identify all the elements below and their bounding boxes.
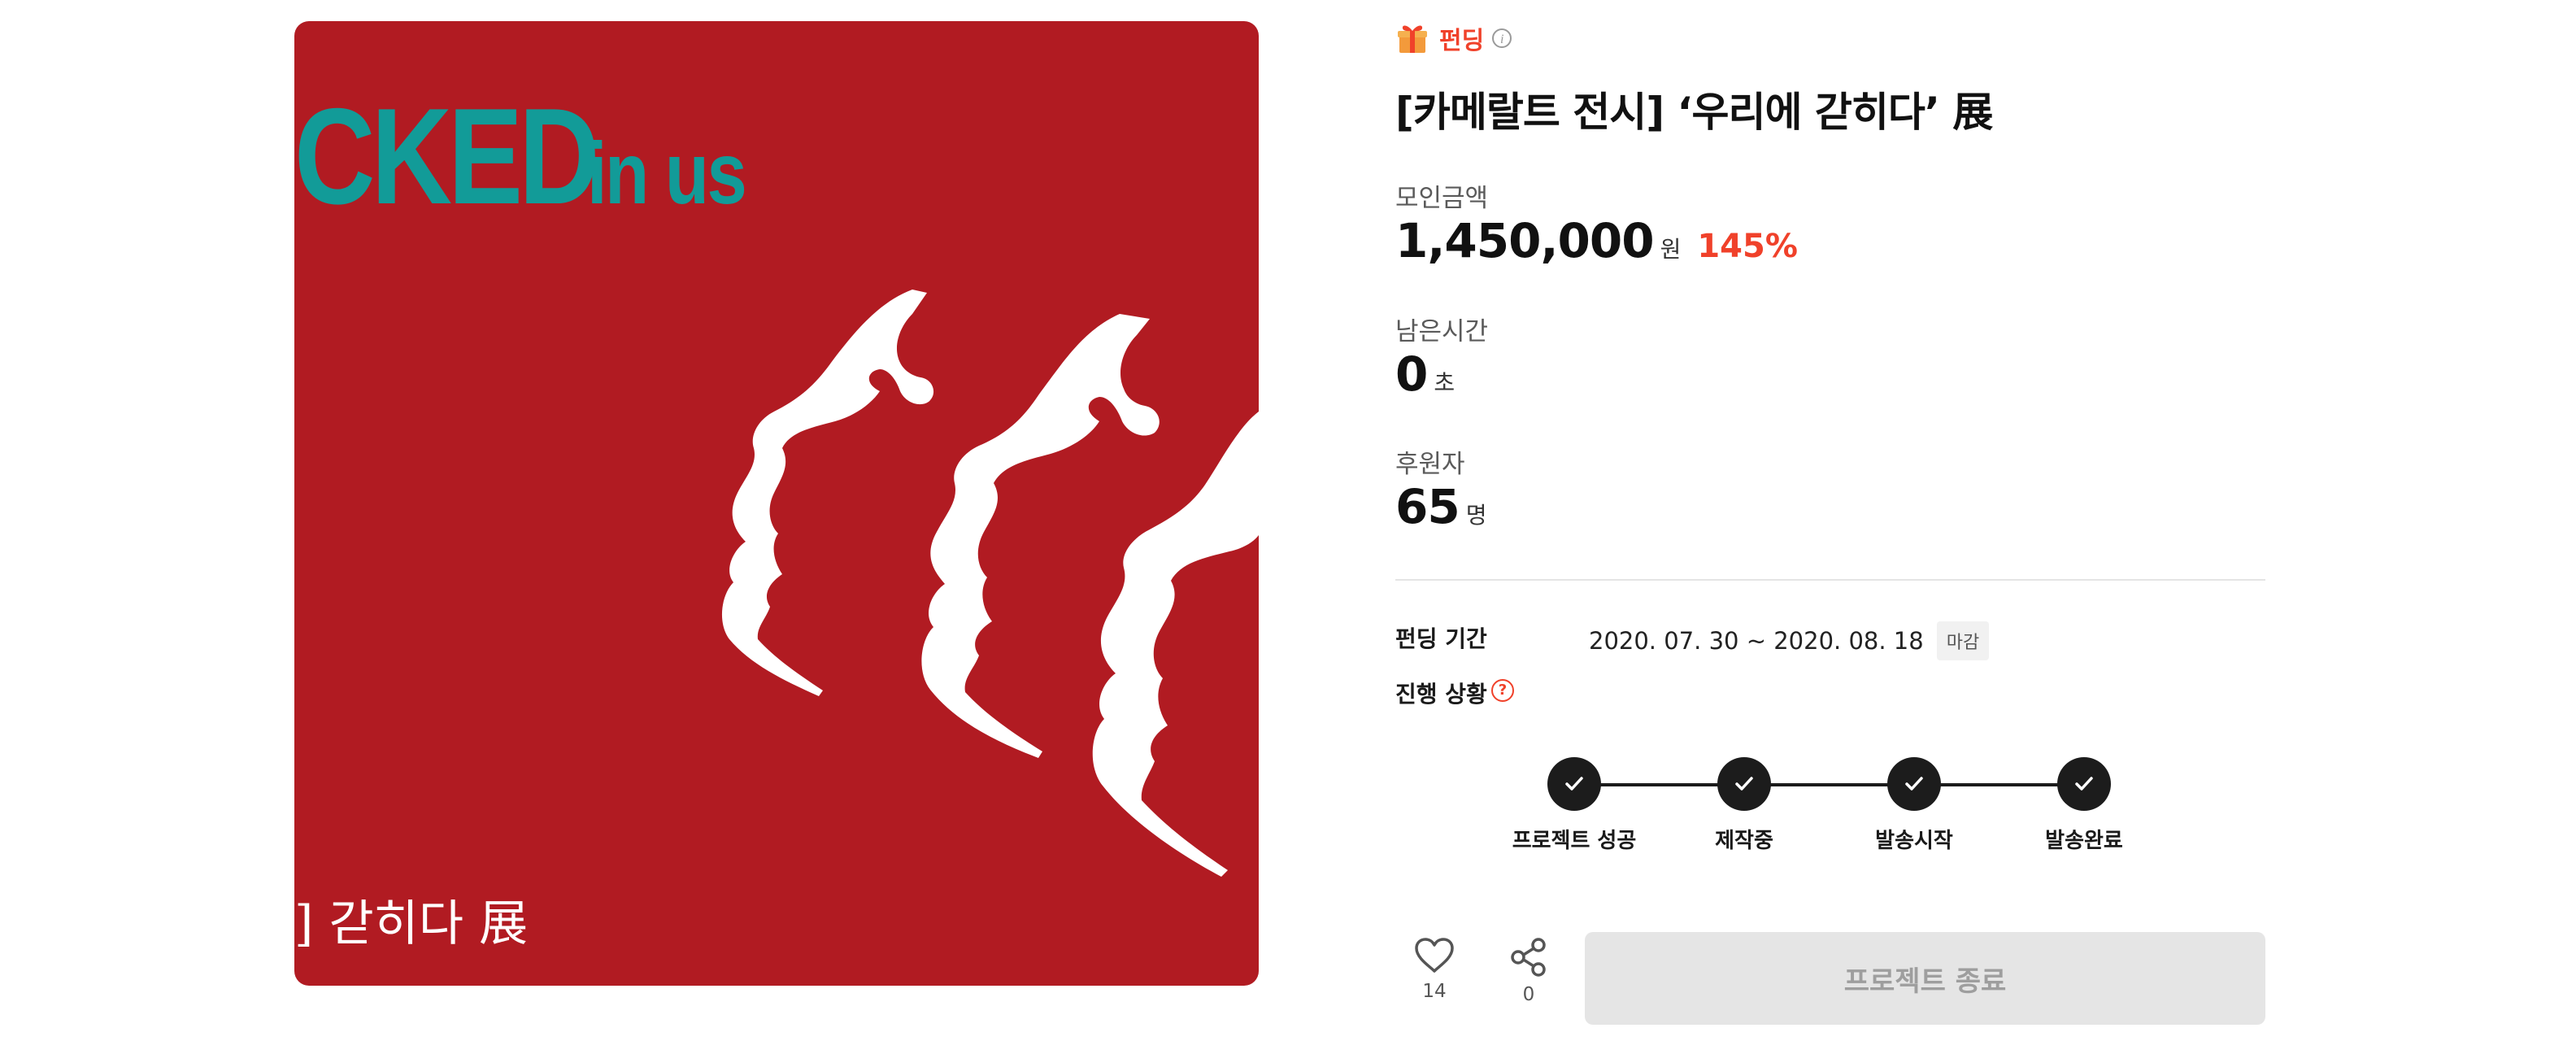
progress-steps: 프로젝트 성공 제작중 발송시작 발송완료	[1395, 752, 2265, 866]
funding-badge-label: 펀딩	[1439, 27, 1485, 55]
backers-value: 65	[1395, 479, 1460, 534]
step-done-marker	[1717, 757, 1771, 811]
step-done-marker	[1547, 757, 1601, 811]
amount-percent: 145%	[1697, 228, 1798, 265]
step-in-production: 제작중	[1655, 752, 1834, 854]
step-done-marker	[1887, 757, 1941, 811]
step-shipping-started: 발송시작	[1825, 752, 2004, 854]
closed-badge: 마감	[1936, 621, 1990, 660]
step-label: 제작중	[1715, 829, 1773, 853]
check-icon	[1565, 777, 1583, 791]
time-left-value: 0	[1395, 346, 1428, 402]
funding-period-label: 펀딩 기간	[1395, 625, 1487, 652]
help-icon[interactable]: ?	[1491, 679, 1514, 702]
poster-face-silhouettes	[721, 290, 1259, 877]
funding-badge: 펀딩 i	[1395, 18, 1512, 59]
backers-label: 후원자	[1395, 450, 1465, 479]
project-page: CKEDin us ] 갇히다 展 펀딩 i [카메랄트 전시] ‘우리에 갇히…	[0, 0, 2576, 1041]
info-icon[interactable]: i	[1492, 28, 1512, 48]
time-left-row: 0 초	[1395, 346, 1455, 402]
project-poster-image: CKEDin us ] 갇히다 展	[294, 21, 1259, 986]
funding-period-value-row: 2020. 07. 30 ~ 2020. 08. 18 마감	[1589, 621, 1990, 660]
amount-value-row: 1,450,000 원 145%	[1395, 213, 1798, 268]
backers-row: 65 명	[1395, 479, 1486, 534]
like-count: 14	[1422, 981, 1447, 1002]
gift-icon	[1398, 25, 1427, 53]
share-icon	[1511, 938, 1546, 977]
amount-unit: 원	[1660, 236, 1682, 263]
project-ended-button[interactable]: 프로젝트 종료	[1585, 932, 2265, 1025]
divider	[1395, 579, 2265, 581]
heart-icon	[1415, 938, 1454, 973]
step-done-marker	[2057, 757, 2111, 811]
time-left-unit: 초	[1434, 369, 1456, 396]
funding-period-value: 2020. 07. 30 ~ 2020. 08. 18	[1589, 627, 1924, 655]
check-icon	[1905, 777, 1923, 791]
step-shipping-complete: 발송완료	[1995, 752, 2174, 854]
step-project-success: 프로젝트 성공	[1485, 752, 1664, 854]
poster-caption: ] 갇히다 展	[294, 895, 529, 952]
time-left-label: 남은시간	[1395, 317, 1489, 346]
step-label: 발송시작	[1875, 829, 1953, 853]
amount-value: 1,450,000	[1395, 213, 1655, 268]
amount-label: 모인금액	[1395, 184, 1489, 213]
step-label: 발송완료	[2045, 829, 2123, 853]
backers-unit: 명	[1465, 502, 1487, 529]
share-count: 0	[1522, 984, 1535, 1005]
progress-status-label: 진행 상황	[1395, 681, 1487, 708]
share-button[interactable]: 0	[1496, 937, 1561, 1005]
project-title: [카메랄트 전시] ‘우리에 갇히다’ 展	[1395, 89, 1993, 136]
project-info-panel: 펀딩 i [카메랄트 전시] ‘우리에 갇히다’ 展 모인금액 1,450,00…	[1395, 0, 2265, 1041]
check-icon	[1735, 777, 1753, 791]
check-icon	[2075, 777, 2093, 791]
step-label: 프로젝트 성공	[1512, 829, 1637, 853]
like-button[interactable]: 14	[1402, 937, 1467, 1002]
